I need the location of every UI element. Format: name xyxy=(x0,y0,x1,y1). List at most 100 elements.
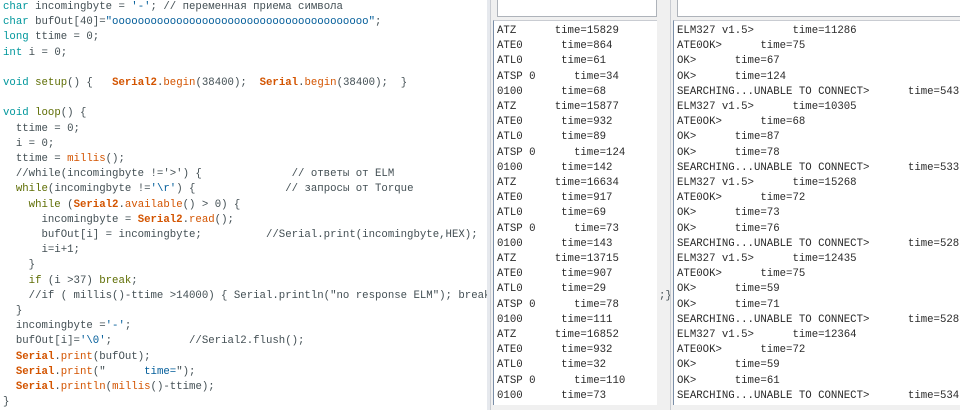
serial-command: ATE0 xyxy=(497,192,523,205)
serial-line: OK> time=67 xyxy=(677,54,780,69)
time-label: time= xyxy=(907,161,940,174)
code-token: //if ( millis()-ttime >14000) { Serial.p… xyxy=(3,289,487,302)
code-token: bufOut[i]= xyxy=(3,335,80,348)
serial-command: ATSP 0 xyxy=(497,222,536,235)
time-value: 142 xyxy=(593,161,613,174)
time-value: 67 xyxy=(766,55,780,68)
time-label: time= xyxy=(907,389,940,402)
code-token: "ooooooooooooooooooooooooooooooooooooooo… xyxy=(105,16,375,29)
serial-output-2[interactable]: ELM327 v1.5> time=11286 ATE0OK> time=75 OK… xyxy=(673,20,960,405)
time-value: 12435 xyxy=(824,253,857,265)
serial-line: ATSP 0 time=124 xyxy=(497,146,625,161)
serial-command: SEARCHING...UNABLE TO CONNECT> xyxy=(677,161,870,174)
serial-command: ATE0 xyxy=(497,344,523,357)
code-token: begin xyxy=(304,77,337,89)
serial-line: SEARCHING...UNABLE TO CONNECT> time=5287 xyxy=(677,313,960,328)
serial-command: ATE0OK> xyxy=(677,268,722,281)
serial-command: ELM327 v1.5> xyxy=(677,329,754,341)
serial-line: ATZ time=15829 xyxy=(497,24,619,39)
time-label: time= xyxy=(792,101,825,113)
time-label: time= xyxy=(561,359,594,372)
code-token: ; xyxy=(131,274,138,287)
time-value: 72 xyxy=(792,192,806,205)
serial-input-2[interactable] xyxy=(677,0,960,17)
time-value: 73 xyxy=(593,389,607,402)
code-token: Serial xyxy=(15,350,55,363)
serial-line: ATZ time=13715 xyxy=(497,252,619,267)
serial-command: ATE0 xyxy=(497,40,523,53)
serial-command: OK> xyxy=(677,131,697,144)
code-token: Serial xyxy=(15,381,55,393)
serial-command: OK> xyxy=(677,222,697,235)
code-token: incomingbyte = xyxy=(28,1,132,13)
serial-line: ATL0 time=69 xyxy=(497,206,606,221)
serial-command: ATE0OK> xyxy=(677,344,722,357)
serial-command: ATL0 xyxy=(497,283,523,296)
serial-command: 0100 xyxy=(497,313,523,326)
serial-line: ATE0 time=864 xyxy=(497,39,612,54)
serial-line: ATE0 time=907 xyxy=(497,267,612,282)
code-line: Serial.print(bufOut); xyxy=(3,350,151,365)
serial-line: ATZ time=15877 xyxy=(497,100,619,115)
time-value: 16634 xyxy=(586,177,619,189)
time-value: 15829 xyxy=(586,25,619,37)
serial-line: OK> time=87 xyxy=(677,130,780,145)
code-line: while(incomingbyte !='\r') { // запросы … xyxy=(3,182,414,197)
serial-line: ELM327 v1.5> time=12364 xyxy=(677,328,857,343)
code-token: available xyxy=(124,198,183,211)
serial-command: ATZ xyxy=(497,253,517,265)
time-label: time= xyxy=(561,207,594,220)
time-value: 73 xyxy=(606,222,619,235)
serial-command: ATSP 0 xyxy=(497,298,536,311)
code-token: '\r' xyxy=(150,183,177,196)
code-editor[interactable]: char incomingbyte = '-'; // переменная п… xyxy=(0,0,487,410)
code-line: void loop() { xyxy=(3,106,86,121)
code-token: break xyxy=(99,274,132,287)
time-label: time= xyxy=(792,177,825,189)
time-value: 29 xyxy=(593,283,607,296)
serial-line: OK> time=76 xyxy=(677,222,780,237)
code-token: while xyxy=(28,198,61,211)
code-token: read xyxy=(189,213,215,226)
serial-output-1[interactable]: ATZ time=15829 ATE0 time=864 ATL0 time=61 A… xyxy=(493,20,657,405)
time-label: time= xyxy=(561,131,594,144)
serial-line: SEARCHING...UNABLE TO CONNECT> time=5432 xyxy=(677,85,960,100)
serial-command: ELM327 v1.5> xyxy=(677,253,754,265)
time-label: time= xyxy=(573,70,607,83)
time-label: time= xyxy=(734,283,767,296)
serial-line: ATSP 0 time=110 xyxy=(497,374,625,389)
serial-command: ATE0OK> xyxy=(677,40,722,53)
code-token: void xyxy=(3,77,29,89)
time-label: time= xyxy=(734,298,767,311)
code-line: i=i+1; xyxy=(3,243,80,258)
serial-line: ATSP 0 time=73 xyxy=(497,222,619,237)
code-token: (i >37) xyxy=(41,274,100,287)
serial-command: ATZ xyxy=(497,101,517,113)
time-label: time= xyxy=(734,359,767,372)
time-value: 111 xyxy=(593,313,613,326)
time-value: 864 xyxy=(593,40,613,53)
time-value: 16852 xyxy=(586,329,619,341)
serial-line: OK> time=61 xyxy=(677,374,780,389)
code-line: ttime = millis(); xyxy=(3,152,125,167)
serial-input-1[interactable] xyxy=(497,0,657,17)
time-label: time= xyxy=(907,85,940,98)
